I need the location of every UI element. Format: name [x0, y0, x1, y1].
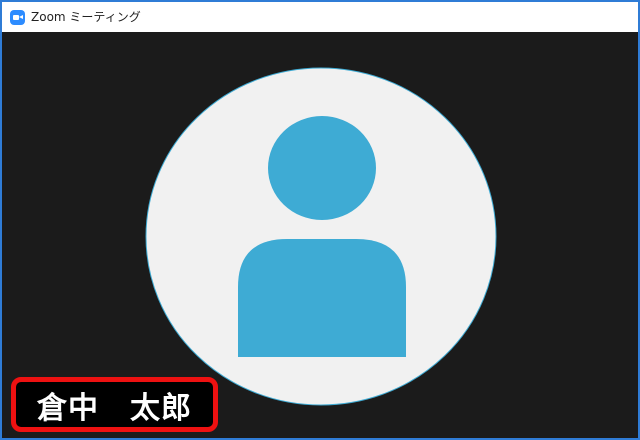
avatar-head-shape	[268, 116, 376, 220]
zoom-app-icon	[10, 9, 25, 25]
participant-name-badge: 倉中 太郎	[11, 377, 218, 432]
default-person-avatar-icon	[145, 67, 497, 406]
participant-avatar	[145, 67, 499, 406]
avatar-body-shape	[238, 239, 406, 357]
window-title: Zoom ミーティング	[31, 10, 141, 24]
participant-name: 倉中 太郎	[37, 390, 192, 426]
title-bar[interactable]: Zoom ミーティング	[2, 2, 638, 32]
zoom-meeting-window: Zoom ミーティング 倉中 太郎	[0, 0, 640, 440]
participant-video-area[interactable]: 倉中 太郎	[2, 32, 638, 438]
